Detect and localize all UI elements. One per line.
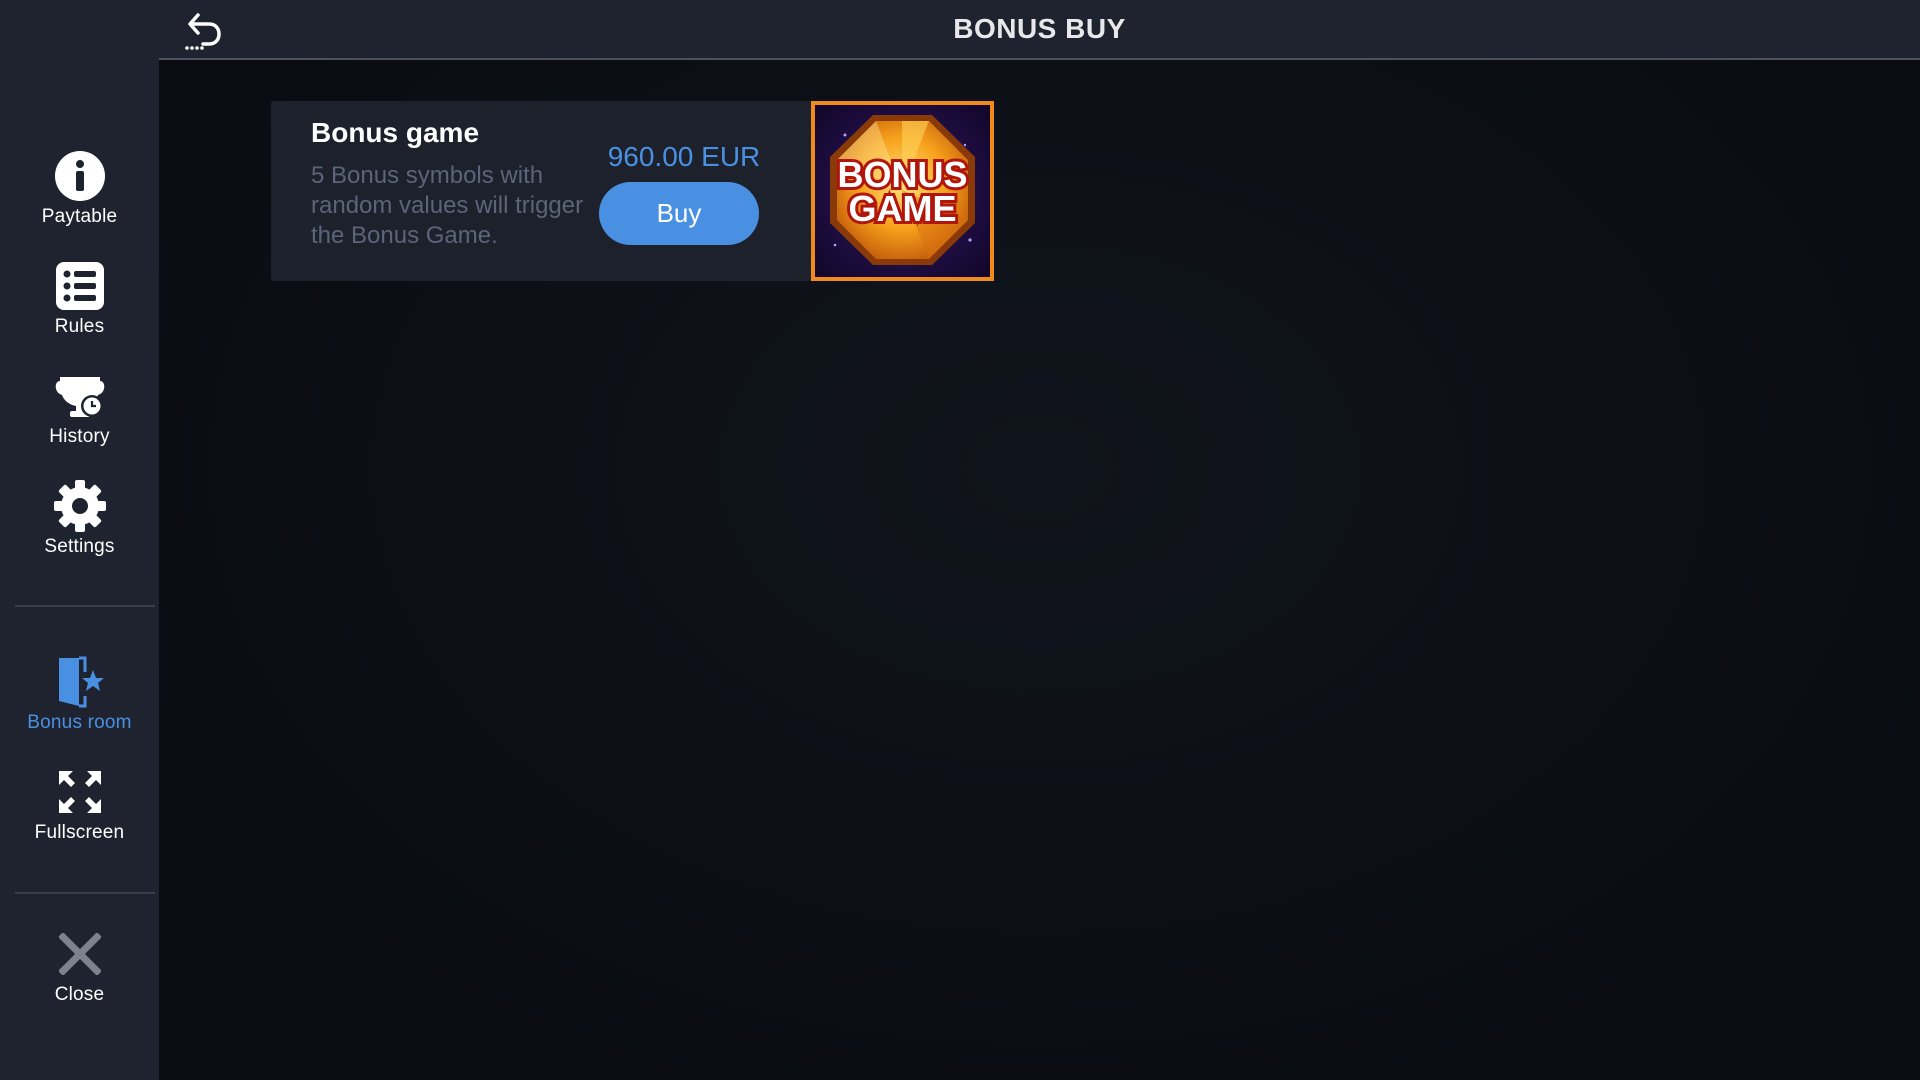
main-content: Bonus game 5 Bonus symbols with random v… <box>159 60 1920 1080</box>
sidebar-item-rules[interactable]: Rules <box>0 260 159 360</box>
page-title: BONUS BUY <box>953 13 1126 44</box>
sidebar-item-history[interactable]: History <box>0 370 159 470</box>
info-icon <box>54 150 106 202</box>
expand-icon <box>54 766 106 818</box>
bonus-buy-screen: Paytable Rules History Settings Bonus ro… <box>0 0 1920 1080</box>
sidebar: Paytable Rules History Settings Bonus ro… <box>0 0 159 1080</box>
trophy-clock-icon <box>54 370 106 422</box>
sidebar-item-label: Rules <box>54 316 105 337</box>
close-icon <box>54 928 106 980</box>
undo-arrow-icon <box>185 13 221 50</box>
svg-text:GAME: GAME <box>849 188 957 229</box>
sidebar-item-close[interactable]: Close <box>0 928 159 1028</box>
sidebar-item-label: Paytable <box>41 206 118 227</box>
offer-price: 960.00 EUR <box>607 141 761 172</box>
sidebar-item-fullscreen[interactable]: Fullscreen <box>0 766 159 866</box>
bonus-offer-card: Bonus game 5 Bonus symbols with random v… <box>271 101 994 281</box>
sidebar-item-label: Close <box>54 984 105 1005</box>
buy-button[interactable]: Buy <box>599 182 759 245</box>
bonus-game-image[interactable]: BONUS GAME <box>811 101 994 281</box>
back-button[interactable] <box>181 8 225 52</box>
sidebar-item-label: Bonus room <box>27 712 132 733</box>
sidebar-item-label: Fullscreen <box>34 822 125 843</box>
sidebar-divider <box>15 605 155 607</box>
door-star-icon <box>54 656 106 708</box>
sidebar-item-settings[interactable]: Settings <box>0 480 159 580</box>
gear-icon <box>53 480 106 532</box>
bonus-game-badge-icon: BONUS GAME <box>830 115 975 265</box>
sidebar-divider <box>15 892 155 894</box>
sidebar-item-bonus-room[interactable]: Bonus room <box>0 656 159 756</box>
sidebar-item-label: History <box>49 426 110 447</box>
sidebar-item-paytable[interactable]: Paytable <box>0 150 159 250</box>
header-bar: BONUS BUY <box>159 0 1920 60</box>
offer-description: 5 Bonus symbols with random values will … <box>311 162 584 249</box>
offer-title: Bonus game <box>311 117 480 148</box>
sidebar-item-label: Settings <box>44 536 115 557</box>
list-icon <box>54 260 106 312</box>
